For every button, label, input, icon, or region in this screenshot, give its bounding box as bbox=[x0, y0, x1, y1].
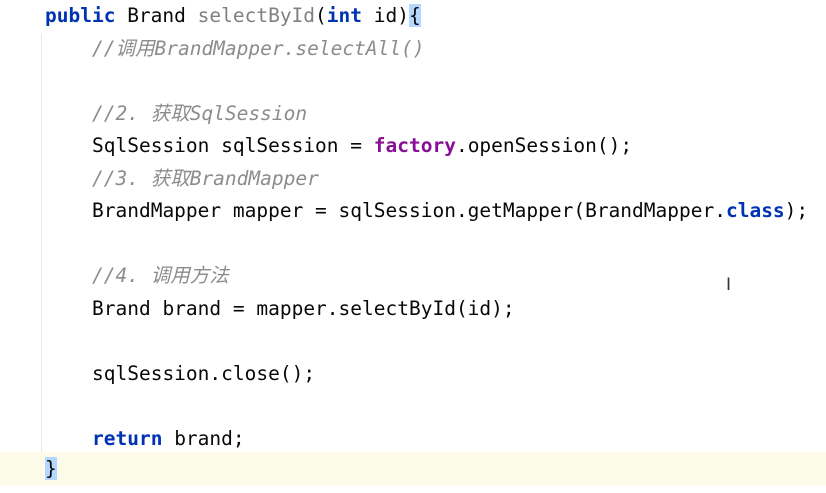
code-line-close[interactable]: sqlSession.close(); bbox=[92, 360, 315, 388]
field-factory: factory bbox=[373, 134, 456, 157]
comment-line-3[interactable]: //3. 获取BrandMapper bbox=[92, 165, 319, 193]
code-line-open-session[interactable]: SqlSession sqlSession = factory.openSess… bbox=[92, 132, 632, 160]
indent-guide bbox=[41, 34, 42, 452]
code-text: SqlSession sqlSession = bbox=[92, 134, 374, 157]
code-text: BrandMapper mapper = sqlSession.getMappe… bbox=[92, 199, 726, 222]
code-text: .openSession(); bbox=[455, 134, 633, 157]
method-name: selectById bbox=[197, 4, 316, 27]
keyword-class: class bbox=[725, 199, 785, 222]
param-name: id) bbox=[362, 4, 409, 27]
code-text: brand; bbox=[162, 427, 245, 450]
comment-line-2[interactable]: //2. 获取SqlSession bbox=[92, 100, 307, 128]
current-line-highlight bbox=[0, 452, 826, 486]
paren-open: ( bbox=[315, 4, 327, 27]
keyword-public: public bbox=[45, 4, 116, 27]
keyword-return: return bbox=[92, 427, 163, 450]
code-editor[interactable]: public Brand selectById(int id){ //调用Bra… bbox=[0, 0, 826, 493]
closing-brace-line[interactable]: } bbox=[45, 455, 57, 483]
code-line-get-mapper[interactable]: BrandMapper mapper = sqlSession.getMappe… bbox=[92, 197, 808, 225]
comment-line-4[interactable]: //4. 调用方法 bbox=[92, 262, 229, 290]
method-signature-line[interactable]: public Brand selectById(int id){ bbox=[45, 2, 421, 30]
code-line-return[interactable]: return brand; bbox=[92, 425, 245, 453]
keyword-int: int bbox=[326, 4, 363, 27]
return-type: Brand bbox=[115, 4, 198, 27]
open-brace: { bbox=[409, 4, 421, 27]
close-brace: } bbox=[45, 457, 57, 480]
comment-line-1[interactable]: //调用BrandMapper.selectAll() bbox=[92, 35, 425, 63]
text-cursor-icon: I bbox=[726, 275, 732, 295]
code-line-select-by-id[interactable]: Brand brand = mapper.selectById(id); bbox=[92, 295, 515, 323]
code-text: ); bbox=[784, 199, 809, 222]
